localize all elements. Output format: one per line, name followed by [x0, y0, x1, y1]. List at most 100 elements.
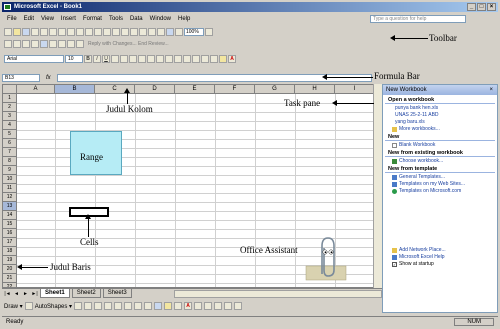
template-link[interactable]: General Templates... [383, 173, 497, 180]
row-header[interactable]: 8 [3, 157, 17, 166]
reply-with-changes-label[interactable]: Reply with Changes... End Review... [85, 41, 169, 47]
row-header[interactable]: 1 [3, 94, 17, 103]
spelling-icon[interactable] [67, 27, 75, 36]
next-sheet-button[interactable]: ► [22, 291, 29, 297]
row-header[interactable]: 13 [3, 202, 17, 211]
select-all-corner[interactable] [3, 85, 17, 94]
borders-icon[interactable] [210, 54, 218, 63]
dash-style-icon[interactable] [204, 302, 213, 310]
decrease-decimal-icon[interactable] [183, 54, 191, 63]
percent-icon[interactable] [156, 54, 164, 63]
sort-ascending-icon[interactable] [148, 27, 156, 36]
row-header[interactable]: 19 [3, 256, 17, 265]
maximize-button[interactable]: □ [477, 3, 486, 11]
autosum-icon[interactable] [139, 27, 147, 36]
menu-format[interactable]: Format [80, 16, 105, 22]
diagram-icon[interactable] [134, 302, 143, 310]
line-style-icon[interactable] [194, 302, 203, 310]
clipart-icon[interactable] [144, 302, 153, 310]
autoshapes-menu[interactable]: AutoShapes ▾ [35, 303, 72, 310]
line-color-icon[interactable] [174, 302, 183, 310]
row-header[interactable]: 2 [3, 103, 17, 112]
save-icon[interactable] [22, 27, 30, 36]
row-header[interactable]: 14 [3, 211, 17, 220]
font-name-select[interactable]: Arial [4, 54, 64, 63]
task-pane-title[interactable]: New Workbook [386, 85, 427, 95]
row-header[interactable]: 12 [3, 193, 17, 202]
review-icon[interactable] [76, 39, 84, 48]
permission-icon[interactable] [31, 27, 39, 36]
3d-icon[interactable] [234, 302, 243, 310]
recent-file-link[interactable]: punya bank hen.xls [383, 104, 497, 111]
redo-icon[interactable] [121, 27, 129, 36]
currency-icon[interactable] [147, 54, 155, 63]
oval-icon[interactable] [104, 302, 113, 310]
bold-icon[interactable]: B [84, 54, 92, 63]
row-header[interactable]: 11 [3, 184, 17, 193]
wordart-icon[interactable] [124, 302, 133, 310]
draw-menu[interactable]: Draw ▾ [4, 303, 23, 310]
prev-sheet-button[interactable]: ◄ [13, 291, 20, 297]
fill-color-icon[interactable] [219, 54, 227, 63]
show-at-startup-option[interactable]: ✓ Show at startup [383, 260, 497, 267]
excel-help-link[interactable]: Microsoft Excel Help [383, 253, 497, 260]
add-network-place-link[interactable]: Add Network Place... [383, 246, 497, 253]
merge-center-icon[interactable] [138, 54, 146, 63]
select-objects-icon[interactable] [24, 302, 33, 310]
show-at-startup-checkbox[interactable]: ✓ [392, 261, 397, 267]
column-header[interactable]: D [135, 85, 175, 94]
align-right-icon[interactable] [129, 54, 137, 63]
tab-sheet1[interactable]: Sheet1 [40, 289, 70, 298]
row-header[interactable]: 4 [3, 121, 17, 130]
review-icon[interactable] [4, 39, 12, 48]
hyperlink-icon[interactable] [130, 27, 138, 36]
format-painter-icon[interactable] [103, 27, 111, 36]
tab-sheet3[interactable]: Sheet3 [102, 289, 132, 298]
column-header[interactable]: E [175, 85, 215, 94]
new-icon[interactable] [4, 27, 12, 36]
review-icon[interactable] [40, 39, 48, 48]
zoom-select[interactable]: 100% [184, 27, 204, 36]
font-color-icon[interactable]: A [228, 54, 236, 63]
arrow-style-icon[interactable] [214, 302, 223, 310]
close-button[interactable]: × [487, 3, 496, 11]
first-sheet-button[interactable]: |◄ [4, 291, 11, 297]
review-icon[interactable] [67, 39, 75, 48]
copy-icon[interactable] [85, 27, 93, 36]
minimize-button[interactable]: _ [467, 3, 476, 11]
drawing-icon[interactable] [175, 27, 183, 36]
column-header[interactable]: F [215, 85, 255, 94]
fill-color-icon[interactable] [164, 302, 173, 310]
align-left-icon[interactable] [111, 54, 119, 63]
row-header[interactable]: 10 [3, 175, 17, 184]
italic-icon[interactable]: I [93, 54, 101, 63]
row-header[interactable]: 17 [3, 238, 17, 247]
vertical-scrollbar[interactable] [373, 84, 382, 288]
recent-file-link[interactable]: yang baru.xls [383, 118, 497, 125]
menu-view[interactable]: View [38, 16, 57, 22]
task-pane-close-icon[interactable]: × [489, 85, 493, 95]
tab-sheet2[interactable]: Sheet2 [71, 289, 101, 298]
comma-icon[interactable] [165, 54, 173, 63]
line-icon[interactable] [74, 302, 83, 310]
review-icon[interactable] [49, 39, 57, 48]
menu-file[interactable]: File [4, 16, 20, 22]
row-header[interactable]: 6 [3, 139, 17, 148]
menu-window[interactable]: Window [147, 16, 174, 22]
row-header[interactable]: 9 [3, 166, 17, 175]
font-color-icon[interactable]: A [184, 302, 193, 310]
template-link[interactable]: Templates on Microsoft.com [383, 187, 497, 194]
last-sheet-button[interactable]: ►| [31, 291, 38, 297]
chart-wizard-icon[interactable] [166, 27, 174, 36]
row-header[interactable]: 21 [3, 274, 17, 283]
review-icon[interactable] [58, 39, 66, 48]
cut-icon[interactable] [76, 27, 84, 36]
paste-icon[interactable] [94, 27, 102, 36]
review-icon[interactable] [13, 39, 21, 48]
choose-workbook-link[interactable]: Choose workbook... [383, 157, 497, 164]
print-preview-icon[interactable] [58, 27, 66, 36]
email-icon[interactable] [40, 27, 48, 36]
row-header[interactable]: 15 [3, 220, 17, 229]
column-header[interactable]: G [255, 85, 295, 94]
textbox-icon[interactable] [114, 302, 123, 310]
